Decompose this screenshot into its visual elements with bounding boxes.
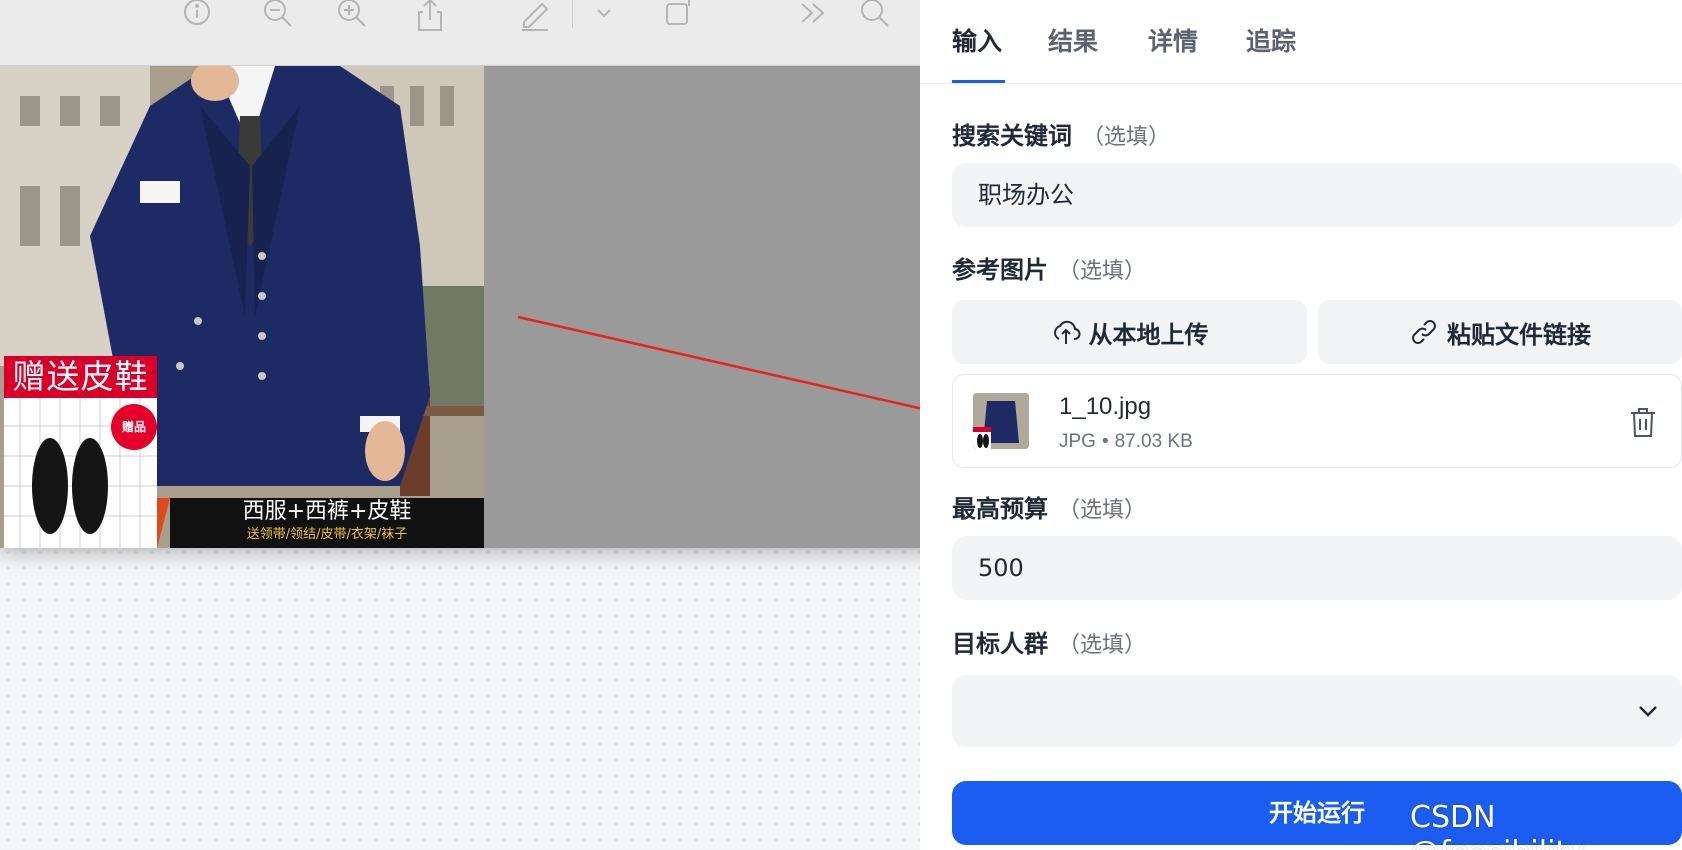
file-size: 87.03 KB [1114,431,1193,452]
markup-icon[interactable] [515,0,555,31]
file-type: JPG [1059,431,1096,452]
paste-link-button[interactable]: 粘贴文件链接 [1318,300,1682,364]
photo-caption: 西服+西裤+皮鞋 送领带/领结/皮带/衣架/袜子 [170,498,484,548]
delete-file-button[interactable] [1627,405,1659,439]
optional-hint: （选填） [1058,259,1147,284]
keyword-input[interactable]: 职场办公 [952,163,1682,227]
trash-icon [1631,408,1655,437]
upload-local-label: 从本地上传 [1088,320,1209,349]
upload-local-button[interactable]: 从本地上传 [952,300,1307,364]
reference-image-label-text: 参考图片 [952,256,1048,284]
optional-hint: （选填） [1082,125,1171,150]
gift-badge: 赠品 [111,404,157,450]
photo-caption-sub: 送领带/领结/皮带/衣架/袜子 [246,527,408,542]
watermark: CSDN @feasibility. [1410,800,1590,850]
input-panel: 输入 结果 详情 追踪 搜索关键词 （选填） 职场办公 参考图片 （选填） 从本地上… [920,0,1682,850]
keyword-label-text: 搜索关键词 [952,122,1072,150]
budget-label-text: 最高预算 [952,495,1048,523]
link-icon [1412,320,1436,344]
tab-input[interactable]: 输入 [952,22,1002,58]
file-thumbnail [973,393,1029,449]
budget-label: 最高预算 （选填） [952,489,1146,524]
image-preview-window: 赠送皮鞋 赠品 西服+西裤+皮鞋 送领带/领结/皮带/衣架/袜子 [0,0,952,548]
tab-bar: 输入 结果 详情 追踪 [920,0,1682,84]
uploaded-file-card: 1_10.jpg JPG • 87.03 KB [952,374,1682,468]
chevron-down-icon [1634,699,1662,723]
product-photo: 赠送皮鞋 赠品 西服+西裤+皮鞋 送领带/领结/皮带/衣架/袜子 [0,66,484,548]
budget-input[interactable]: 500 [952,536,1682,600]
audience-label-text: 目标人群 [952,630,1048,658]
tab-results[interactable]: 结果 [1048,22,1098,58]
search-icon[interactable] [855,0,895,30]
chevron-down-icon[interactable] [584,0,624,30]
optional-hint: （选填） [1058,498,1147,523]
photo-caption-main: 西服+西裤+皮鞋 [242,499,412,524]
tab-details[interactable]: 详情 [1148,22,1198,58]
zoom-out-icon[interactable] [258,0,298,30]
audience-label: 目标人群 （选填） [952,624,1146,659]
promo-banner: 赠送皮鞋 [4,356,157,398]
zoom-in-icon[interactable] [332,0,372,30]
cloud-upload-icon [1053,320,1081,344]
crop-icon[interactable] [658,0,698,30]
more-icon[interactable] [793,0,833,30]
paste-link-label: 粘贴文件链接 [1447,320,1591,349]
reference-image-label: 参考图片 （选填） [952,250,1146,285]
tab-trace[interactable]: 追踪 [1246,22,1296,58]
info-icon[interactable] [177,0,217,30]
toolbar-divider [572,0,573,28]
preview-toolbar [0,0,952,66]
optional-hint: （选填） [1058,633,1147,658]
suit-illustration [0,66,484,548]
file-meta: JPG • 87.03 KB [1059,431,1193,452]
audience-select[interactable] [952,675,1682,747]
active-tab-indicator [952,80,1005,83]
keyword-label: 搜索关键词 （选填） [952,116,1170,151]
file-name: 1_10.jpg [1059,393,1152,420]
share-icon[interactable] [410,0,450,31]
